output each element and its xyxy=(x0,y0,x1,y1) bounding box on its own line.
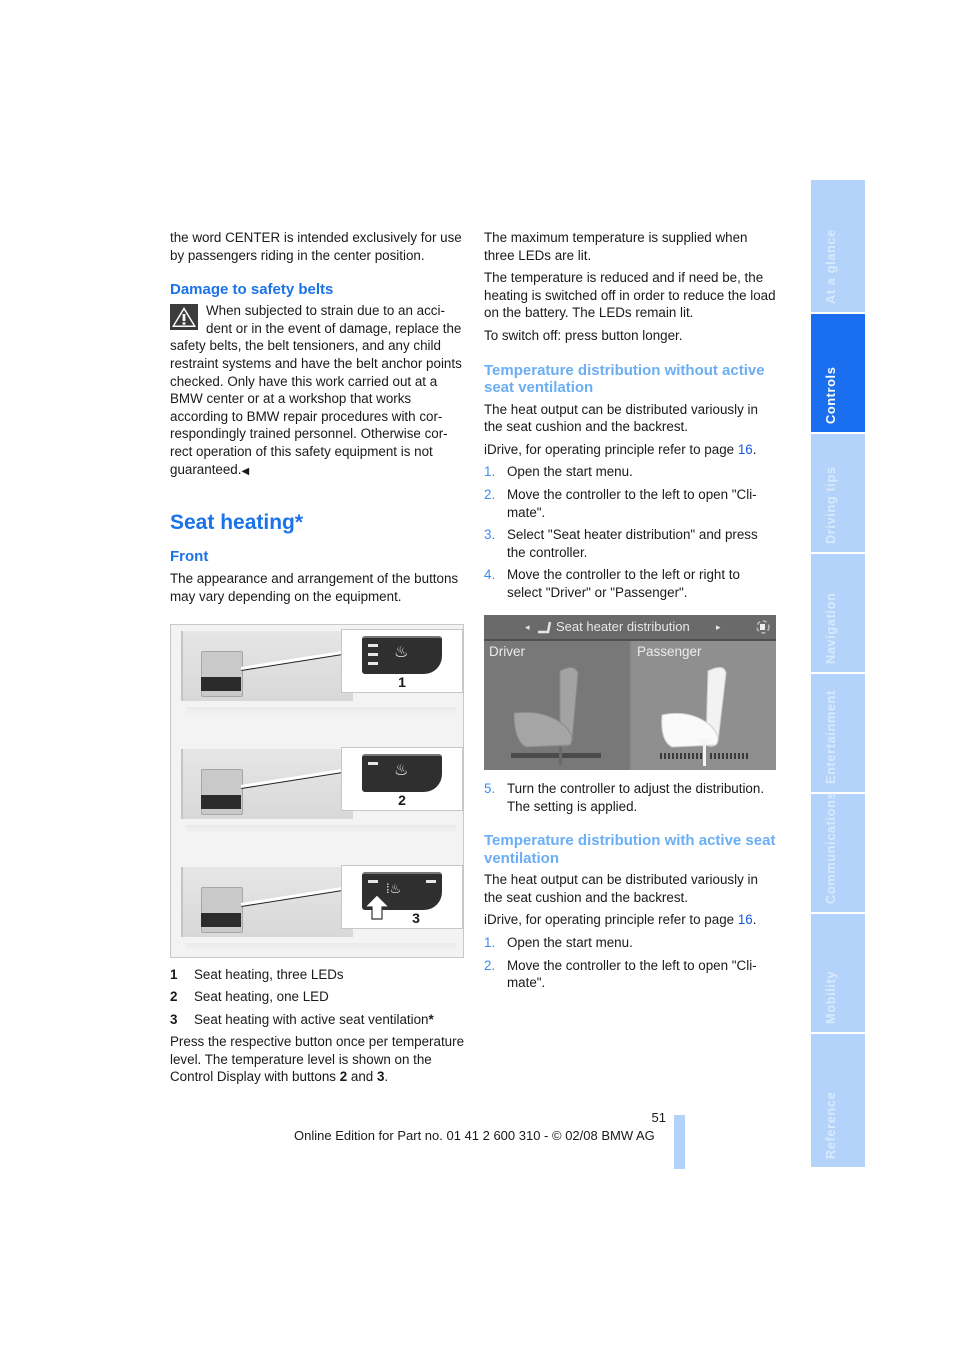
tab-communications[interactable]: Communications xyxy=(811,792,865,912)
footer-marker-bar xyxy=(674,1115,685,1169)
callout-3: ⁞♨ 3 xyxy=(341,865,463,929)
callout-number: 1 xyxy=(398,674,406,690)
warning-block: When subjected to strain due to an acci­… xyxy=(170,302,465,480)
arrow-right-icon: ▸ xyxy=(716,622,721,632)
step-item: 5. Turn the controller to adjust the dist… xyxy=(484,781,765,814)
paragraph: The maximum temperature is supplied when… xyxy=(484,230,748,263)
right-column-bottom: 5. Turn the controller to adjust the dist… xyxy=(484,780,776,997)
button-panel-2: ♨ 2 xyxy=(171,743,463,843)
tab-driving-tips[interactable]: Driving tips xyxy=(811,434,865,552)
paragraph: To switch off: press button longer. xyxy=(484,327,683,343)
arrow-left-icon: ◂ xyxy=(525,622,530,632)
tab-reference[interactable]: Reference xyxy=(811,1034,865,1167)
section-title: Seat heating* xyxy=(170,511,304,535)
seat-heater-icon: ♨ xyxy=(394,644,409,661)
legend-item: 2 Seat heating, one LED xyxy=(170,989,329,1005)
tab-entertainment[interactable]: Entertainment xyxy=(811,674,865,792)
step-item: 1. Open the start menu. xyxy=(484,934,633,950)
tab-at-a-glance[interactable]: At a glance xyxy=(811,180,865,312)
warning-triangle-icon xyxy=(170,304,198,331)
subsection-heading-with-ventilation: Temperature distribution with active sea… xyxy=(484,832,776,867)
subsection-heading-without-ventilation: Temperature distribution without active … xyxy=(484,361,765,397)
legend-item: 1 Seat heating, three LEDs xyxy=(170,967,344,982)
page-number: 51 xyxy=(651,1110,666,1125)
seat-heater-icon: ♨ xyxy=(394,762,409,779)
seat-heating-buttons-figure: ♨ 1 ♨ 2 ⁞♨ 3 xyxy=(170,624,464,958)
steps-list: 5. Turn the controller to adjust the dist… xyxy=(484,780,776,815)
seat-heating-button-one-led: ♨ xyxy=(362,754,442,792)
callout-number: 3 xyxy=(412,910,420,926)
page-link[interactable]: 16 xyxy=(738,912,753,927)
left-column: the word CENTER is intended exclusively … xyxy=(170,229,465,610)
seat-heating-button-three-leds: ♨ xyxy=(362,636,442,674)
legend-item: 3 Seat heating with active seat ventilati… xyxy=(170,1011,434,1027)
damage-heading: Damage to safety belts xyxy=(170,281,334,299)
page-link[interactable]: 16 xyxy=(738,442,753,457)
tab-mobility[interactable]: Mobility xyxy=(811,914,865,1032)
callout-number: 2 xyxy=(398,792,406,808)
button-panel-1: ♨ 1 xyxy=(171,625,463,725)
left-column-bottom: 1 Seat heating, three LEDs 2 Seat heating,… xyxy=(170,966,465,1091)
controller-icon xyxy=(756,620,770,634)
step-item: 1. Open the start menu. xyxy=(484,464,633,480)
tab-navigation[interactable]: Navigation xyxy=(811,554,865,672)
screen-title: Seat heater distribution xyxy=(556,619,690,634)
steps-list: 1. Open the start menu. 2. Move the contro… xyxy=(484,463,776,601)
intro-paragraph: the word CENTER is intended exclusively … xyxy=(170,230,462,263)
button-panel-3: ⁞♨ 3 xyxy=(171,861,463,957)
right-column: The maximum temperature is supplied when… xyxy=(484,229,776,607)
paragraph: The heat output can be distributed vario… xyxy=(484,872,758,905)
step-item: 3. Select "Seat heater distribution" and … xyxy=(484,527,758,560)
passenger-seat-icon xyxy=(660,667,748,766)
idrive-reference: iDrive, for operating principle refer to… xyxy=(484,441,757,457)
figure-legend: 1 Seat heating, three LEDs 2 Seat heating,… xyxy=(170,966,465,1028)
passenger-option-selected[interactable]: Passenger xyxy=(632,641,776,770)
step-item: 4. Move the controller to the left or rig… xyxy=(484,567,740,600)
step-item: 2. Move the controller to the left to ope… xyxy=(484,957,757,991)
driver-seat-icon xyxy=(511,667,601,765)
callout-2: ♨ 2 xyxy=(341,747,463,811)
tab-controls[interactable]: Controls xyxy=(811,314,865,432)
warning-text: When subjected to strain due to an acci­… xyxy=(170,303,462,477)
screen-title-bar: ◂ Seat heater distribution ▸ xyxy=(484,615,776,641)
driver-option[interactable]: Driver xyxy=(484,641,632,770)
edition-footer: Online Edition for Part no. 01 41 2 600 … xyxy=(294,1128,655,1143)
step-item: 2. Move the controller to the left to ope… xyxy=(484,486,757,520)
callout-1: ♨ 1 xyxy=(341,629,463,693)
end-mark-icon: ◀ xyxy=(241,465,250,477)
seat-icon xyxy=(538,621,552,634)
paragraph: The temperature is reduced and if need b… xyxy=(484,270,776,321)
idrive-reference: iDrive, for operating principle refer to… xyxy=(484,912,757,928)
chapter-tabs: At a glance Controls Driving tips Naviga… xyxy=(811,180,865,1167)
front-paragraph: The appearance and arrangement of the bu… xyxy=(170,571,459,604)
front-heading: Front xyxy=(170,548,209,566)
press-paragraph: Press the respective button once per tem… xyxy=(170,1034,465,1085)
control-display-screenshot: ◂ Seat heater distribution ▸ Driver Pass… xyxy=(484,615,776,770)
paragraph: The heat output can be distributed vario… xyxy=(484,401,758,435)
steps-list: 1. Open the start menu. 2. Move the contro… xyxy=(484,934,776,992)
